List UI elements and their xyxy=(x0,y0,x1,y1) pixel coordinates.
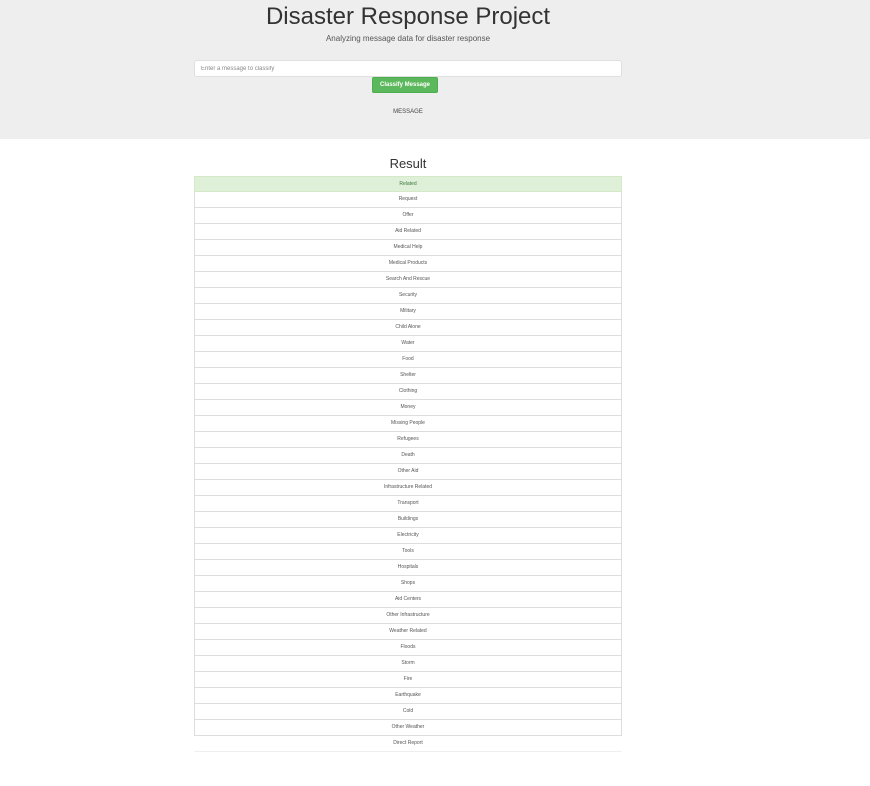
result-category-item: Death xyxy=(194,448,622,464)
result-category-item: Fire xyxy=(194,672,622,688)
page-title: Disaster Response Project xyxy=(265,3,551,30)
result-category-item: Clothing xyxy=(194,384,622,400)
result-category-item: Request xyxy=(194,192,622,208)
result-category-item: Cold xyxy=(194,704,622,720)
result-category-list: Related Request Offer Aid Related Medical He… xyxy=(194,176,622,752)
result-category-item: Weather Related xyxy=(194,624,622,640)
result-category-item: Other Aid xyxy=(194,464,622,480)
page-subtitle: Analyzing message data for disaster resp… xyxy=(325,34,491,43)
result-category-item: Security xyxy=(194,288,622,304)
result-heading: Result xyxy=(389,156,427,171)
result-category-item: Shelter xyxy=(194,368,622,384)
result-category-item: Electricity xyxy=(194,528,622,544)
result-category-item: Other Infrastructure xyxy=(194,608,622,624)
result-category-item: Water xyxy=(194,336,622,352)
result-category-item: Tools xyxy=(194,544,622,560)
result-category-item: Search And Rescue xyxy=(194,272,622,288)
result-category-item: Refugees xyxy=(194,432,622,448)
result-category-item: Offer xyxy=(194,208,622,224)
result-category-item: Infrastructure Related xyxy=(194,480,622,496)
result-category-item: Hospitals xyxy=(194,560,622,576)
result-category-item: Food xyxy=(194,352,622,368)
result-category-item: Aid Related xyxy=(194,224,622,240)
result-category-item: Money xyxy=(194,400,622,416)
result-category-item: Earthquake xyxy=(194,688,622,704)
message-input[interactable] xyxy=(194,60,622,77)
result-category-item: Transport xyxy=(194,496,622,512)
result-category-item: Buildings xyxy=(194,512,622,528)
header-jumbotron: Disaster Response Project Analyzing mess… xyxy=(0,0,870,139)
result-category-item: Missing People xyxy=(194,416,622,432)
result-category-item: Shops xyxy=(194,576,622,592)
result-category-item: Medical Products xyxy=(194,256,622,272)
result-category-item: Floods xyxy=(194,640,622,656)
classify-message-button[interactable]: Classify Message xyxy=(372,77,438,93)
result-category-item: Other Weather xyxy=(194,720,622,736)
result-category-item: Medical Help xyxy=(194,240,622,256)
result-category-item: Child Alone xyxy=(194,320,622,336)
message-caption: MESSAGE xyxy=(393,109,423,115)
result-category-item: Storm xyxy=(194,656,622,672)
result-category-item: Direct Report xyxy=(194,736,622,752)
result-category-item: Related xyxy=(194,176,622,192)
result-category-item: Military xyxy=(194,304,622,320)
result-category-item: Aid Centers xyxy=(194,592,622,608)
